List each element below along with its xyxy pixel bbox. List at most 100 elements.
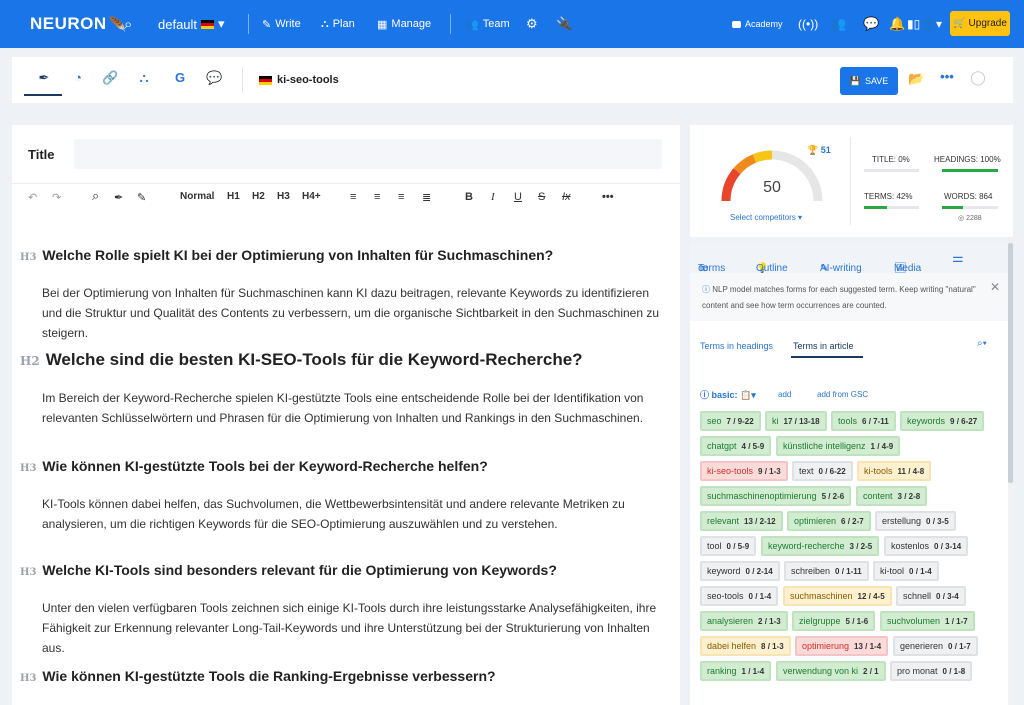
term-chip[interactable]: seo 7 / 9-22 bbox=[700, 411, 761, 431]
term-chip[interactable]: kostenlos 0 / 3-14 bbox=[884, 536, 969, 556]
paragraph[interactable]: Bei der Optimierung von Inhalten für Suc… bbox=[42, 283, 667, 343]
save-button[interactable]: 💾 SAVE bbox=[840, 67, 898, 95]
heading-h2[interactable]: H2 Welche sind die besten KI-SEO-Tools fü… bbox=[20, 350, 583, 370]
upgrade-button[interactable]: 🛒 Upgrade bbox=[950, 11, 1010, 36]
paragraph[interactable]: KI-Tools können dabei helfen, das Suchvo… bbox=[42, 494, 667, 534]
term-chip[interactable]: optimierung 13 / 1-4 bbox=[795, 636, 889, 656]
google-icon[interactable]: G bbox=[172, 70, 188, 85]
term-chip[interactable]: text 0 / 6-22 bbox=[792, 461, 853, 481]
align-right-icon[interactable]: ≡ bbox=[398, 191, 404, 203]
chart-pie-icon[interactable]: ◔ bbox=[70, 70, 86, 85]
plan-status-icon[interactable]: ▮▯ bbox=[907, 0, 920, 48]
paragraph[interactable]: Im Bereich der Keyword-Recherche spielen… bbox=[42, 388, 667, 428]
nav-team[interactable]: 👥 Team bbox=[465, 0, 510, 48]
editor-feather-icon[interactable]: ✒ bbox=[36, 70, 52, 86]
basic-group-label[interactable]: ⓘ basic: 📋▾ bbox=[700, 388, 756, 401]
term-chip[interactable]: ki-seo-tools 9 / 1-3 bbox=[700, 461, 788, 481]
logo[interactable]: NEURON 🪶 bbox=[30, 14, 127, 34]
comments-icon[interactable]: 💬 bbox=[206, 70, 222, 86]
heading-h3[interactable]: H3 Welche KI-Tools sind besonders relevan… bbox=[20, 562, 557, 578]
term-chip[interactable]: pro monat 0 / 1-8 bbox=[890, 661, 973, 681]
term-chip[interactable]: ki 17 / 13-18 bbox=[765, 411, 827, 431]
document-name[interactable]: ki-seo-tools bbox=[259, 74, 339, 86]
settings-gear-icon[interactable]: ⚙ bbox=[526, 0, 538, 48]
paragraph-style-select[interactable]: Normal bbox=[180, 191, 214, 202]
heading-h3[interactable]: H3 Wie können KI-gestützte Tools bei der … bbox=[20, 458, 488, 474]
underline-button[interactable]: U bbox=[514, 191, 522, 203]
heading-h3[interactable]: H3 Wie können KI-gestützte Tools die Rank… bbox=[20, 668, 496, 684]
project-selector[interactable]: default ▾ bbox=[158, 0, 225, 48]
competitor-score[interactable]: 🏆 51 bbox=[807, 145, 831, 156]
more-options-icon[interactable]: ••• bbox=[939, 69, 955, 84]
eraser-icon[interactable]: ✎ bbox=[137, 191, 146, 204]
user-avatar-icon[interactable]: 👤▾ bbox=[921, 0, 942, 48]
redo-icon[interactable]: ↷ bbox=[52, 191, 61, 204]
nav-manage[interactable]: ▦ Manage bbox=[377, 0, 431, 48]
strikethrough-button[interactable]: S bbox=[538, 191, 545, 203]
sidebar-scrollbar[interactable] bbox=[1008, 243, 1013, 705]
community-icon[interactable]: 👥 bbox=[830, 0, 846, 48]
paragraph[interactable]: Unter den vielen verfügbaren Tools zeich… bbox=[42, 598, 667, 658]
h1-button[interactable]: H1 bbox=[227, 191, 240, 202]
term-chip[interactable]: chatgpt 4 / 5-9 bbox=[700, 436, 772, 456]
folder-icon[interactable]: 📂 bbox=[908, 71, 924, 87]
nav-write[interactable]: ✎ Write bbox=[262, 0, 301, 48]
term-chip[interactable]: content 3 / 2-8 bbox=[856, 486, 928, 506]
term-chip[interactable]: seo-tools 0 / 1-4 bbox=[700, 586, 779, 606]
term-chip[interactable]: künstliche intelligenz 1 / 4-9 bbox=[776, 436, 901, 456]
term-chip[interactable]: ki-tools 11 / 4-8 bbox=[857, 461, 932, 481]
h4-button[interactable]: H4+ bbox=[302, 191, 321, 202]
term-chip[interactable]: suchmaschinen 12 / 4-5 bbox=[783, 586, 892, 606]
italic-button[interactable]: I bbox=[491, 191, 495, 203]
link-icon[interactable]: 🔗 bbox=[102, 70, 118, 86]
more-tools-icon[interactable]: ••• bbox=[602, 191, 614, 203]
search-icon[interactable]: ⌕ bbox=[124, 0, 132, 48]
align-center-icon[interactable]: ≡ bbox=[374, 191, 380, 203]
term-chip[interactable]: analysieren 2 / 1-3 bbox=[700, 611, 788, 631]
broadcast-icon[interactable]: ((•)) bbox=[798, 0, 818, 48]
term-chip[interactable]: tool 0 / 5-9 bbox=[700, 536, 757, 556]
h3-button[interactable]: H3 bbox=[277, 191, 290, 202]
term-chip[interactable]: optimieren 6 / 2-7 bbox=[787, 511, 871, 531]
close-icon[interactable]: ✕ bbox=[990, 280, 1000, 294]
term-chip[interactable]: verwendung von ki 2 / 1 bbox=[776, 661, 886, 681]
term-chip[interactable]: relevant 13 / 2-12 bbox=[700, 511, 783, 531]
term-chip[interactable]: erstellung 0 / 3-5 bbox=[875, 511, 956, 531]
term-chip[interactable]: schreiben 0 / 1-11 bbox=[784, 561, 869, 581]
h2-button[interactable]: H2 bbox=[252, 191, 265, 202]
check-circle-icon[interactable]: ◯ bbox=[970, 69, 986, 86]
term-chip[interactable]: ki-tool 0 / 1-4 bbox=[873, 561, 939, 581]
term-chip[interactable]: keyword-recherche 3 / 2-5 bbox=[761, 536, 880, 556]
term-chip[interactable]: suchvolumen 1 / 1-7 bbox=[880, 611, 975, 631]
subtab-terms-in-headings[interactable]: Terms in headings bbox=[700, 341, 773, 351]
term-chip[interactable]: zielgruppe 5 / 1-6 bbox=[792, 611, 876, 631]
heading-h3[interactable]: H3 Welche Rolle spielt KI bei der Optimie… bbox=[20, 247, 553, 263]
editor-content[interactable]: H3 Welche Rolle spielt KI bei der Optimie… bbox=[12, 213, 680, 705]
clear-format-button[interactable]: Ix bbox=[562, 191, 571, 203]
subtab-terms-in-article[interactable]: Terms in article bbox=[793, 341, 854, 351]
align-left-icon[interactable]: ≡ bbox=[350, 191, 356, 203]
filter-settings-icon[interactable]: ⚌ bbox=[952, 250, 964, 266]
search-icon[interactable]: ⌕ bbox=[92, 188, 99, 204]
add-term-link[interactable]: add bbox=[778, 390, 791, 399]
term-chip[interactable]: schnell 0 / 3-4 bbox=[896, 586, 966, 606]
undo-icon[interactable]: ↶ bbox=[28, 191, 37, 204]
bold-button[interactable]: B bbox=[465, 191, 473, 203]
select-competitors-button[interactable]: Select competitors ▾ bbox=[730, 213, 802, 222]
search-filter-icon[interactable]: ⌕▾ bbox=[977, 338, 987, 349]
add-from-gsc-link[interactable]: add from GSC bbox=[817, 390, 868, 399]
term-chip[interactable]: tools 6 / 7-11 bbox=[831, 411, 896, 431]
term-chip[interactable]: dabei helfen 8 / 1-3 bbox=[700, 636, 791, 656]
structure-icon[interactable]: ⛬ bbox=[136, 70, 152, 86]
nav-plan[interactable]: ⛬ Plan bbox=[321, 0, 355, 48]
bell-icon[interactable]: 🔔 bbox=[889, 0, 905, 48]
term-chip[interactable]: keywords 9 / 6-27 bbox=[900, 411, 985, 431]
nav-academy[interactable]: Academy bbox=[732, 0, 783, 48]
plug-icon[interactable]: 🔌 bbox=[556, 0, 572, 48]
align-justify-icon[interactable]: ≣ bbox=[422, 191, 431, 204]
term-chip[interactable]: ranking 1 / 1-4 bbox=[700, 661, 772, 681]
term-chip[interactable]: generieren 0 / 1-7 bbox=[893, 636, 978, 656]
marker-icon[interactable]: ✒ bbox=[114, 191, 123, 204]
title-input[interactable] bbox=[74, 139, 662, 169]
term-chip[interactable]: keyword 0 / 2-14 bbox=[700, 561, 780, 581]
